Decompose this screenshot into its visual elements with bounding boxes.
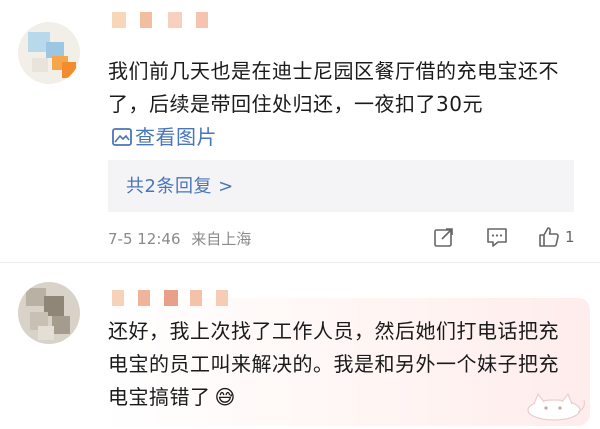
reply-count-link[interactable]: 共2条回复 > [126,172,234,198]
avatar-pixel [38,326,54,340]
avatar-pixel [26,288,46,306]
blur-block [196,12,208,28]
comment-body: 还好，我上次找了工作人员，然后她们打电话把充电宝的员工叫来解决的。我是和另外一个… [108,319,559,409]
blur-block [112,290,124,306]
avatar-pixel [62,62,76,78]
share-button[interactable] [432,224,456,250]
comment-meta: 7-5 12:46 来自上海 [108,228,251,249]
blur-block [190,290,202,306]
thumbs-up-icon [539,227,559,247]
share-icon [434,228,453,247]
divider [0,262,600,263]
comment-text: 我们前几天也是在迪士尼园区餐厅借的充电宝还不了，后续是带回住处归还，一夜扣了30… [108,55,578,154]
timestamp: 7-5 12:46 [108,230,181,248]
like-count: 1 [565,228,575,246]
blur-block [164,290,178,306]
reply-box[interactable]: 共2条回复 > [108,160,574,212]
view-image-link[interactable]: 查看图片 [108,125,217,149]
comment-text: 还好，我上次找了工作人员，然后她们打电话把充电宝的员工叫来解决的。我是和另外一个… [108,315,578,414]
blur-block [140,12,152,28]
avatar-pixel [32,58,48,72]
avatar[interactable] [18,22,80,84]
avatar-pixel [52,316,70,334]
image-icon [112,128,132,146]
cat-mascot-decoration [527,392,585,421]
blur-block [168,12,182,28]
location: 来自上海 [191,230,252,248]
comment-icon [487,228,507,247]
comment-button[interactable] [485,224,509,250]
username-blurred[interactable] [112,12,232,40]
view-image-label: 查看图片 [135,125,217,149]
blur-block [138,290,150,306]
sweat-smile-emoji: 😅 [214,385,236,409]
comment-body: 我们前几天也是在迪士尼园区餐厅借的充电宝还不了，后续是带回住处归还，一夜扣了30… [108,59,559,116]
blur-block [112,12,126,28]
avatar[interactable] [18,282,80,344]
blur-block [216,290,228,306]
username-blurred[interactable] [112,290,242,318]
like-button[interactable]: 1 [537,224,575,250]
